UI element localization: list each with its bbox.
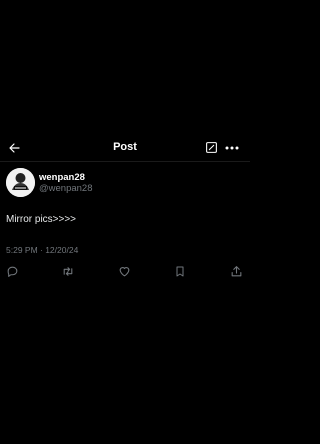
post-screen: Post wenpan28 @wenpan28 Mirror pics>>>> … xyxy=(0,0,250,444)
avatar[interactable] xyxy=(6,168,35,197)
bookmark-icon xyxy=(176,266,184,276)
repost-icon xyxy=(63,266,73,276)
heart-icon xyxy=(119,266,129,276)
like-button[interactable] xyxy=(117,264,131,278)
author-names: wenpan28 @wenpan28 xyxy=(39,168,93,200)
more-options-button[interactable] xyxy=(224,140,240,155)
bookmark-button[interactable] xyxy=(173,264,187,278)
top-bar: Post xyxy=(0,134,250,162)
post-text: Mirror pics>>>> xyxy=(6,214,77,225)
avatar-image xyxy=(6,168,35,197)
reply-button[interactable] xyxy=(5,264,19,278)
share-button[interactable] xyxy=(229,264,243,278)
author-display-name[interactable]: wenpan28 xyxy=(39,172,93,183)
action-bar xyxy=(0,262,250,280)
reply-icon xyxy=(7,266,17,277)
more-horizontal-icon xyxy=(225,146,239,149)
repost-button[interactable] xyxy=(61,264,75,278)
edit-button[interactable] xyxy=(204,140,219,155)
post-timestamp: 5:29 PM · 12/20/24 xyxy=(6,245,79,255)
share-icon xyxy=(231,265,241,276)
post-author[interactable]: wenpan28 @wenpan28 xyxy=(6,168,93,200)
author-handle[interactable]: @wenpan28 xyxy=(39,183,93,195)
edit-square-icon xyxy=(206,142,217,153)
